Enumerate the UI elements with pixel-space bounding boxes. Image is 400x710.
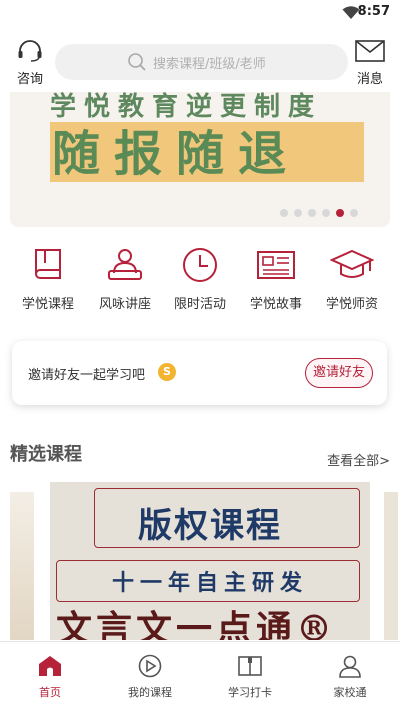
category-nav: 学悦课程 风咏讲座 限时活动 学悦故事 学悦师资 [0, 245, 400, 325]
clock-icon [162, 245, 238, 285]
course-card[interactable]: 版权课程 十一年自主研发 文言文一点通® [50, 482, 370, 640]
course-card-prev[interactable] [10, 492, 34, 640]
tab-label: 学习打卡 [228, 686, 272, 699]
section-title: 精选课程 [10, 444, 82, 465]
newspaper-icon [238, 245, 314, 285]
card-title: 版权课程 [138, 506, 282, 546]
consult-label: 咨询 [16, 72, 43, 87]
graduation-cap-icon [314, 245, 390, 285]
carousel-dot[interactable] [280, 209, 288, 217]
nav-label: 限时活动 [173, 297, 226, 312]
nav-item-activities[interactable]: 限时活动 [162, 245, 238, 312]
carousel-dot[interactable] [350, 209, 358, 217]
tab-label: 首页 [39, 686, 61, 699]
nav-item-teachers[interactable]: 学悦师资 [314, 245, 390, 312]
home-icon [10, 654, 90, 678]
search-bar[interactable]: 搜索课程/班级/老师 [55, 44, 348, 80]
clock-time: 8:57 [357, 4, 390, 19]
invite-text: 邀请好友一起学习吧 [28, 368, 146, 383]
headset-icon [17, 40, 43, 66]
tab-my-courses[interactable]: 我的课程 [110, 654, 190, 700]
person-icon [310, 654, 390, 678]
nav-label: 风咏讲座 [98, 297, 151, 312]
message-label: 消息 [356, 72, 383, 87]
carousel-dot[interactable] [336, 209, 344, 217]
coin-icon: S [158, 363, 176, 381]
carousel-dot[interactable] [294, 209, 302, 217]
nav-item-lectures[interactable]: 风咏讲座 [87, 245, 163, 312]
nav-label: 学悦课程 [21, 297, 74, 312]
tab-home-school[interactable]: 家校通 [310, 654, 390, 700]
bottom-tab-bar: 首页 我的课程 学习打卡 家校通 [0, 641, 400, 710]
lecturer-icon [87, 245, 163, 285]
invite-card: 邀请好友一起学习吧 S 邀请好友 [12, 341, 387, 405]
status-bar: 8:57 [0, 0, 400, 24]
search-icon [127, 52, 147, 76]
nav-label: 学悦师资 [325, 297, 378, 312]
search-placeholder: 搜索课程/班级/老师 [153, 57, 266, 72]
open-book-icon [210, 654, 290, 678]
carousel-dot[interactable] [308, 209, 316, 217]
see-all-link[interactable]: 查看全部> [327, 450, 390, 469]
course-card-next[interactable] [384, 492, 398, 640]
invite-friends-button[interactable]: 邀请好友 [305, 358, 373, 388]
banner-carousel[interactable]: 学悦教育逆更制度 随报随退 [10, 92, 390, 227]
book-icon [10, 245, 86, 285]
nav-item-stories[interactable]: 学悦故事 [238, 245, 314, 312]
nav-item-courses[interactable]: 学悦课程 [10, 245, 86, 312]
tab-home[interactable]: 首页 [10, 654, 90, 700]
banner-main-text: 随报随退 [52, 126, 301, 182]
tab-label: 家校通 [333, 686, 367, 699]
carousel-indicator [280, 209, 358, 217]
app-header: 咨询 搜索课程/班级/老师 消息 [0, 30, 400, 92]
nav-label: 学悦故事 [249, 297, 302, 312]
tab-label: 我的课程 [128, 686, 172, 699]
card-footer-text: 文言文一点通® [56, 608, 337, 640]
envelope-icon [355, 40, 385, 66]
message-button[interactable]: 消息 [350, 40, 390, 87]
play-circle-icon [110, 654, 190, 678]
tab-checkin[interactable]: 学习打卡 [210, 654, 290, 700]
carousel-dot[interactable] [322, 209, 330, 217]
card-subtitle: 十一年自主研发 [111, 570, 308, 596]
course-carousel[interactable]: 版权课程 十一年自主研发 文言文一点通® [0, 482, 400, 640]
consult-button[interactable]: 咨询 [10, 40, 50, 87]
